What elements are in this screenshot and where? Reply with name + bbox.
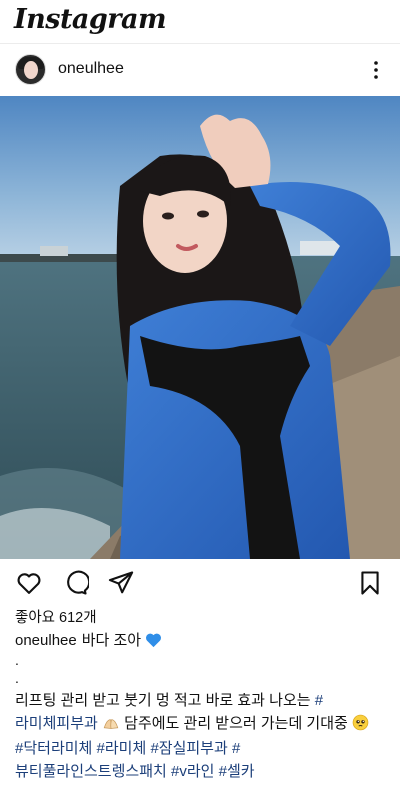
caption-username[interactable]: oneulhee xyxy=(15,632,77,649)
post-header: oneulhee xyxy=(0,48,400,94)
bookmark-icon[interactable] xyxy=(356,569,384,597)
pinched-hands-icon xyxy=(102,716,120,739)
hashtag[interactable]: #라미체 xyxy=(97,740,147,757)
pleading-face-icon xyxy=(352,714,369,739)
post-username[interactable]: oneulhee xyxy=(58,60,124,78)
hashtag[interactable]: #잠실피부과 xyxy=(150,740,227,757)
avatar[interactable] xyxy=(15,54,46,85)
caption-first-line: oneulhee 바다 조아 xyxy=(15,629,162,652)
caption-dot: . xyxy=(15,670,19,686)
post-photo-illustration xyxy=(0,96,400,559)
instagram-logo[interactable]: Instagram xyxy=(14,4,167,35)
comment-icon[interactable] xyxy=(61,569,91,597)
caption-dot: . xyxy=(15,652,19,668)
top-bar: Instagram xyxy=(0,0,400,44)
blue-heart-icon xyxy=(145,632,162,652)
send-icon[interactable] xyxy=(107,569,135,597)
post-photo[interactable] xyxy=(0,96,400,559)
caption-body-text: 리프팅 관리 받고 붓기 멍 적고 바로 효과 나오는 xyxy=(15,692,311,709)
heart-icon[interactable] xyxy=(15,569,43,597)
caption-body: 리프팅 관리 받고 붓기 멍 적고 바로 효과 나오는 #라미체피부과 담주에도… xyxy=(15,690,387,783)
avatar-face xyxy=(24,61,38,79)
caption-text: 바다 조아 xyxy=(81,632,142,649)
caption-body-text: 담주에도 관리 받으러 가는데 기대중 xyxy=(124,714,348,732)
hashtag[interactable]: #닥터라미체 xyxy=(15,740,92,757)
more-options-icon[interactable] xyxy=(364,58,388,82)
likes-count[interactable]: 좋아요 612개 xyxy=(15,606,97,627)
hashtag[interactable]: #v라인 xyxy=(171,763,214,780)
hashtag[interactable]: #셀카 xyxy=(219,763,255,780)
post-actions xyxy=(0,565,400,601)
